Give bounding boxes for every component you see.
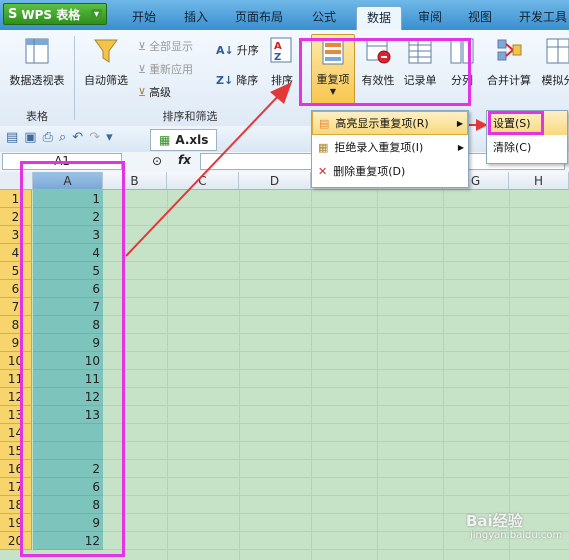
menu-item-highlight-duplicates[interactable]: ▤ 高亮显示重复项(R) ▶ bbox=[312, 111, 468, 135]
menu-item-label: 拒绝录入重复项(I) bbox=[334, 141, 424, 154]
delete-duplicates-icon: ✕ bbox=[318, 164, 328, 178]
menu-item-label: 删除重复项(D) bbox=[333, 165, 406, 178]
watermark-text: Bai经验 bbox=[466, 512, 523, 530]
reject-duplicates-icon: ▦ bbox=[318, 140, 329, 154]
menu-item-label: 高亮显示重复项(R) bbox=[335, 117, 429, 130]
submenu-arrow-icon: ▶ bbox=[456, 118, 463, 128]
highlight-duplicates-icon: ▤ bbox=[319, 116, 330, 130]
duplicates-menu: ▤ 高亮显示重复项(R) ▶ ▦ 拒绝录入重复项(I) ▶ ✕ 删除重复项(D) bbox=[311, 110, 469, 188]
submenu-item-clear[interactable]: 清除(C) bbox=[487, 135, 567, 159]
settings-highlight-box bbox=[488, 111, 544, 135]
annotation-arrow-icon bbox=[125, 82, 488, 257]
ribbon-highlight-box bbox=[299, 38, 471, 106]
menu-item-delete-duplicates[interactable]: ✕ 删除重复项(D) bbox=[312, 159, 468, 183]
watermark-url: jingyan.baidu.com bbox=[470, 530, 563, 541]
submenu-arrow-icon: ▶ bbox=[457, 142, 464, 152]
menu-item-reject-duplicates[interactable]: ▦ 拒绝录入重复项(I) ▶ bbox=[312, 135, 468, 159]
